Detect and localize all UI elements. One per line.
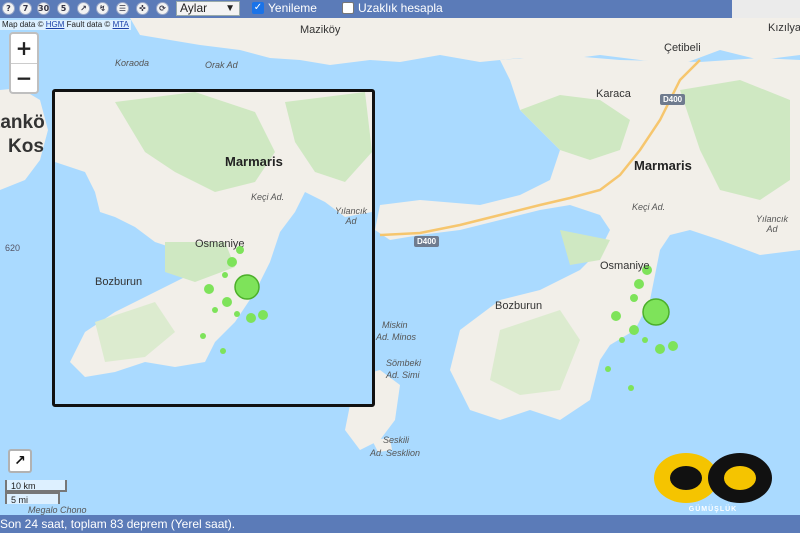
- label-kos-partial: tankö: [0, 112, 45, 133]
- plate-icon[interactable]: ↗: [77, 2, 90, 15]
- quake: [619, 337, 625, 343]
- road-badge-d400: D400: [660, 94, 686, 105]
- label-ad-sesklion: Ad. Sesklion: [370, 448, 421, 458]
- seven-day-icon[interactable]: 7: [19, 2, 32, 15]
- crosshair-icon[interactable]: ✜: [136, 2, 149, 15]
- status-text: Son 24 saat, toplam 83 deprem (Yerel saa…: [0, 517, 236, 531]
- label-yilancik: Yılancık Ad: [756, 214, 789, 234]
- attribution-fault-prefix: Fault data ©: [66, 20, 111, 29]
- refresh-icon[interactable]: ⟳: [156, 2, 169, 15]
- scale-mi: 5 mi: [5, 492, 60, 505]
- road-badge-d400-2: D400: [414, 236, 440, 247]
- label-orak: Orak Ad: [205, 60, 238, 70]
- period-select-value: Aylar: [180, 1, 208, 15]
- attribution-hgm-link[interactable]: HGM: [46, 20, 65, 29]
- label-koraoda: Koraoda: [115, 58, 150, 68]
- quake: [668, 341, 678, 351]
- quake-main[interactable]: [642, 298, 670, 326]
- label-osmaniye: Osmaniye: [600, 260, 650, 272]
- help-icon[interactable]: ?: [2, 2, 15, 15]
- logo-text: GÜMÜŞLÜK: [688, 506, 738, 513]
- label-mazikoy: Maziköy: [300, 24, 341, 36]
- label-ad-simi: Ad. Simi: [386, 370, 420, 380]
- refresh-checkbox[interactable]: ✓: [252, 2, 264, 14]
- label-karaca: Karaca: [596, 88, 631, 100]
- distance-checkbox[interactable]: [342, 2, 354, 14]
- zoom-out-button[interactable]: −: [11, 64, 37, 93]
- label-depth-620: 620: [5, 243, 21, 253]
- label-sombeki: Sömbeki: [386, 358, 422, 368]
- refresh-checkbox-label: Yenileme: [268, 1, 317, 15]
- scale-km: 10 km: [5, 480, 67, 492]
- attribution-prefix: Map data ©: [2, 20, 44, 29]
- quake: [629, 325, 639, 335]
- map-attribution: Map data © HGM Fault data © MTA: [0, 20, 131, 30]
- thirty-day-icon[interactable]: 30: [37, 2, 50, 15]
- scale-bar: 10 km 5 mi: [5, 480, 75, 505]
- label-cetibeli: Çetibeli: [664, 42, 701, 54]
- zoom-in-button[interactable]: +: [11, 34, 37, 64]
- label-ad-minos: Ad. Minos: [376, 332, 417, 342]
- quake: [611, 311, 621, 321]
- status-bar: Son 24 saat, toplam 83 deprem (Yerel saa…: [0, 515, 800, 533]
- label-keci: Keçi Ad.: [632, 202, 666, 212]
- period-select[interactable]: Aylar ▼: [176, 1, 240, 16]
- magnitude-icon[interactable]: 5: [57, 2, 70, 15]
- quake: [655, 344, 665, 354]
- quake: [634, 279, 644, 289]
- toolbar-spacer: [732, 0, 800, 18]
- quake: [630, 294, 638, 302]
- quake: [605, 366, 611, 372]
- label-kos: Kos: [8, 136, 44, 157]
- quake: [628, 385, 634, 391]
- list-icon[interactable]: ☰: [116, 2, 129, 15]
- distance-checkbox-label: Uzaklık hesapla: [358, 1, 443, 15]
- fault-icon[interactable]: ↯: [96, 2, 109, 15]
- label-bozburun: Bozburun: [495, 300, 543, 312]
- attribution-mta-link[interactable]: MTA: [113, 20, 129, 29]
- zoom-control: + −: [9, 32, 39, 94]
- map-canvas[interactable]: Marmaris Keçi Ad. Yılancık Ad Osmaniye B…: [0, 18, 800, 515]
- label-megalo-chono: Megalo Chono: [28, 505, 87, 515]
- chevron-down-icon: ▼: [225, 3, 235, 14]
- quake: [642, 337, 648, 343]
- label-seskili: Seskili: [383, 435, 410, 445]
- toolbar: ? 7 30 5 ↗ ↯ ☰ ✜ ⟳ Aylar ▼ ✓ Yenileme Uz…: [0, 0, 800, 18]
- label-marmaris: Marmaris: [634, 158, 692, 173]
- label-kizilyaka: Kızılyaka: [768, 22, 800, 34]
- expand-arrow-icon[interactable]: ↗: [8, 449, 32, 473]
- label-miskin: Miskin: [382, 320, 408, 330]
